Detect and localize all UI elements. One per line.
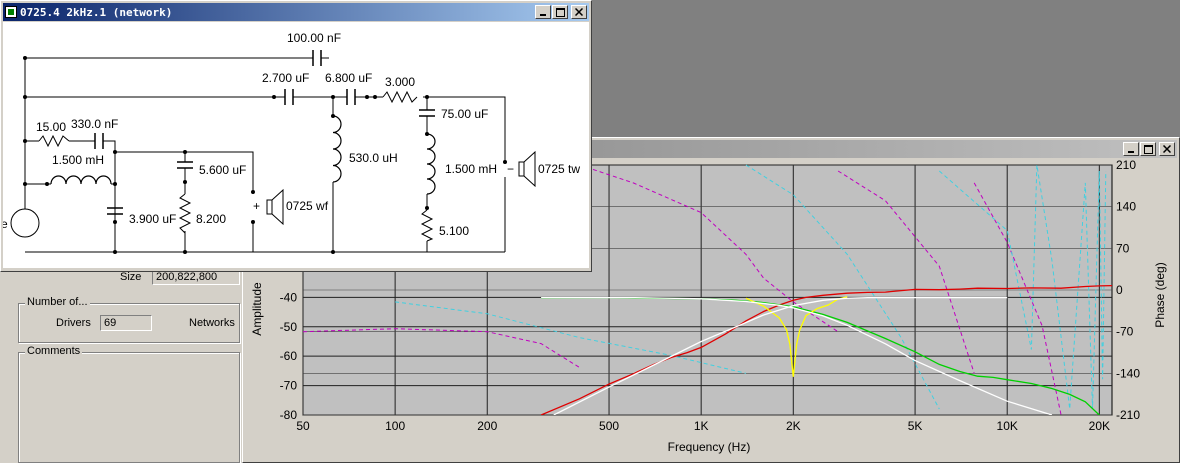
y-left-axis-label: Amplitude — [250, 282, 264, 336]
y-right-axis-label: Phase (deg) — [1153, 262, 1167, 327]
y-right-tick-label: -70 — [1116, 325, 1134, 339]
woofer-symbol — [266, 188, 284, 226]
minimize-icon — [1128, 151, 1134, 153]
minimize-button[interactable] — [535, 5, 551, 19]
woofer-label: 0725 wf — [286, 199, 329, 213]
maximize-button[interactable] — [552, 5, 568, 19]
close-button[interactable] — [1159, 142, 1175, 156]
info-window: Size 200,822,800 Number of... Drivers 69… — [0, 255, 244, 463]
x-tick-label: 1K — [694, 419, 709, 433]
chart-window-controls — [1122, 142, 1175, 156]
x-tick-label: 200 — [477, 419, 497, 433]
label-r-tw: 5.100 — [439, 224, 469, 238]
y-right-tick-label: 210 — [1116, 159, 1136, 172]
y-right-tick-label: 70 — [1116, 241, 1130, 255]
schematic-window-controls — [534, 5, 587, 19]
number-of-label: Number of... — [25, 296, 90, 308]
label-c-top: 100.00 nF — [287, 31, 341, 45]
label-c-shunt-tw: 75.00 uF — [441, 107, 488, 121]
label-l-530: 530.0 uH — [349, 151, 398, 165]
schematic-window-titlebar[interactable]: 0725.4 2kHz.1 (network) — [3, 3, 589, 21]
drivers-label: Drivers — [56, 317, 91, 329]
minimize-icon — [540, 14, 546, 16]
comments-label: Comments — [25, 345, 83, 357]
y-right-tick-label: -210 — [1116, 408, 1140, 422]
label-c-a: 2.700 uF — [262, 71, 309, 85]
label-r-wf: 8.200 — [196, 212, 226, 226]
tweeter-label: 0725 tw — [538, 162, 580, 176]
x-tick-label: 20K — [1089, 419, 1110, 433]
label-r-zobel: 15.00 — [36, 120, 66, 134]
maximize-icon — [555, 7, 565, 17]
label-c-wf: 5.600 uF — [199, 163, 246, 177]
x-tick-label: 2K — [786, 419, 801, 433]
label-c-zobel: 330.0 nF — [71, 117, 118, 131]
maximize-button[interactable] — [1140, 142, 1156, 156]
network-schematic[interactable]: e 100.00 nF 2.700 uF 6.800 uF 3.000 75.0… — [3, 22, 589, 268]
size-label: Size — [120, 271, 142, 283]
source-label: e — [3, 217, 8, 231]
source-symbol — [10, 208, 40, 238]
x-axis-label: Frequency (Hz) — [668, 440, 751, 454]
drivers-field[interactable]: 69 — [100, 315, 152, 331]
tweeter-minus: − — [507, 162, 514, 176]
label-c-b: 6.800 uF — [325, 71, 372, 85]
label-l-main: 1.500 mH — [52, 153, 104, 167]
schematic-window: 0725.4 2kHz.1 (network) e 100.00 nF 2.70… — [0, 0, 592, 272]
x-tick-label: 100 — [385, 419, 405, 433]
label-r-series: 3.000 — [385, 75, 415, 89]
x-tick-label: 50 — [296, 419, 310, 433]
y-left-tick-label: -70 — [280, 379, 298, 393]
x-tick-label: 500 — [599, 419, 619, 433]
label-c-shunt: 3.900 uF — [129, 212, 176, 226]
tweeter-symbol — [518, 150, 536, 188]
comments-group: Comments — [18, 345, 240, 463]
minimize-button[interactable] — [1123, 142, 1139, 156]
y-right-tick-label: -140 — [1116, 366, 1140, 380]
y-left-tick-label: -80 — [280, 408, 298, 422]
maximize-icon — [1143, 144, 1153, 154]
schematic-window-title: 0725.4 2kHz.1 (network) — [20, 5, 173, 19]
woofer-plus: + — [253, 199, 260, 213]
close-icon — [575, 8, 583, 16]
label-l-tw: 1.500 mH — [445, 162, 497, 176]
y-left-tick-label: -40 — [280, 290, 298, 304]
networks-label: Networks — [189, 317, 235, 329]
y-left-tick-label: -50 — [280, 320, 298, 334]
close-button[interactable] — [571, 5, 587, 19]
y-right-tick-label: 0 — [1116, 283, 1123, 297]
x-tick-label: 10K — [997, 419, 1018, 433]
y-right-tick-label: 140 — [1116, 200, 1136, 214]
app-icon — [5, 6, 17, 18]
y-left-tick-label: -60 — [280, 349, 298, 363]
x-tick-label: 5K — [908, 419, 923, 433]
close-icon — [1163, 145, 1171, 153]
